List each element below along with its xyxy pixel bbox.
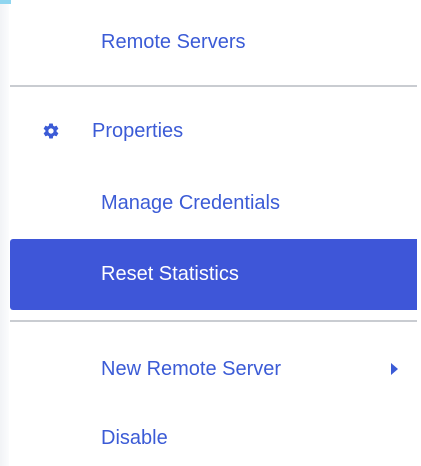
menu-item-manage-credentials[interactable]: Manage Credentials [10,182,417,224]
menu-item-label: Properties [92,119,184,142]
menu-item-label: Disable [101,426,168,449]
context-menu: Remote Servers Properties Manage Credent… [0,0,421,466]
menu-left-edge [0,0,9,466]
menu-divider [10,320,417,322]
top-accent-strip [0,0,11,4]
chevron-right-icon [391,363,398,375]
menu-item-disable[interactable]: Disable [10,417,417,459]
menu-item-label: Remote Servers [101,30,246,53]
menu-item-label: Manage Credentials [101,191,280,214]
menu-item-properties[interactable]: Properties [10,110,417,152]
menu-item-label: Reset Statistics [101,263,239,285]
menu-divider [10,85,417,87]
menu-item-new-remote-server[interactable]: New Remote Server [10,348,417,390]
menu-item-reset-statistics[interactable]: Reset Statistics [10,239,417,310]
gear-icon [43,123,59,139]
menu-item-remote-servers[interactable]: Remote Servers [10,21,417,63]
menu-item-label: New Remote Server [101,357,282,380]
